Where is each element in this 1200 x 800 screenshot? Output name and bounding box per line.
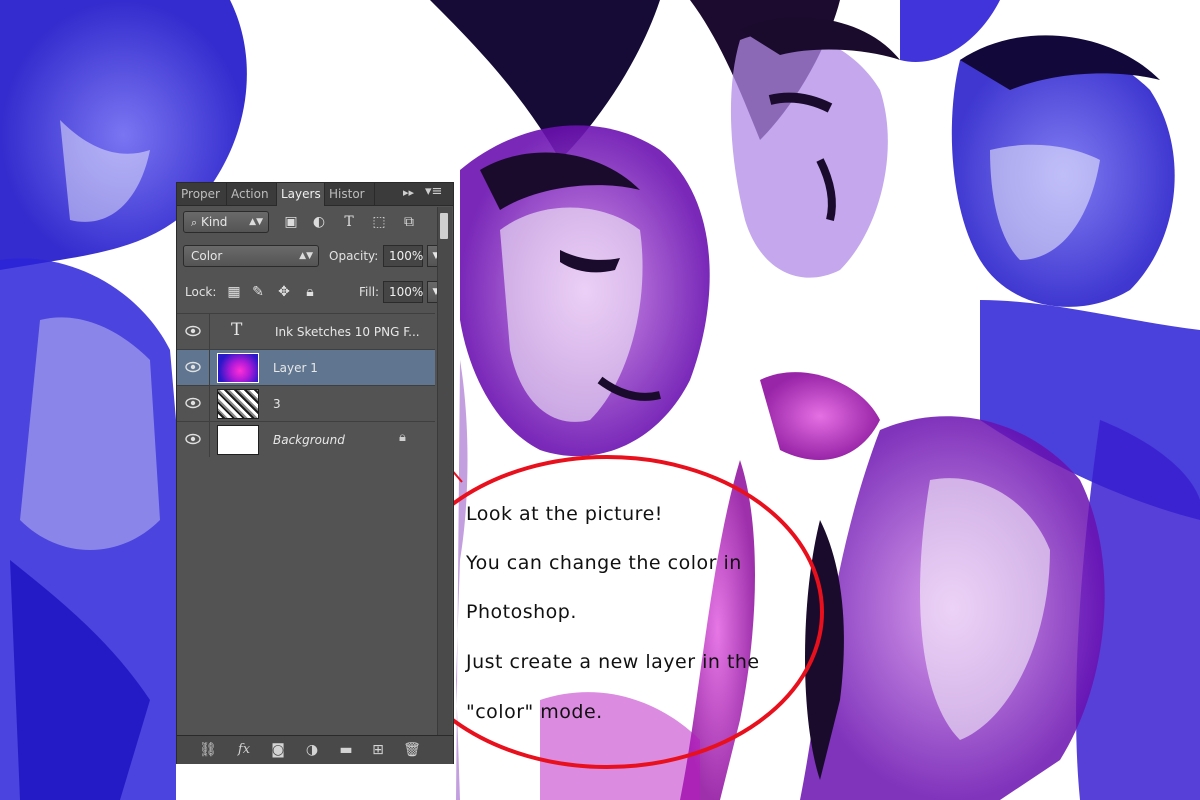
layers-panel: Proper Action Layers Histor ▸▸ ▾≡ ⌕ Kind…: [176, 182, 454, 764]
divider: [209, 422, 210, 457]
blend-mode-select[interactable]: Color ▲▼: [183, 245, 319, 267]
mask-icon[interactable]: ◙: [267, 740, 289, 760]
lock-position-icon[interactable]: ✥: [275, 283, 293, 301]
trash-icon[interactable]: 🗑︎: [401, 740, 423, 760]
search-icon: ⌕: [191, 216, 198, 229]
text-layer-icon: T: [231, 320, 243, 340]
filter-kind-label: Kind: [201, 215, 228, 229]
callout-line: You can change the color in: [466, 552, 742, 574]
callout-line: "color" mode.: [466, 701, 603, 723]
tab-layers[interactable]: Layers: [277, 183, 325, 206]
layer-row-text[interactable]: T Ink Sketches 10 PNG F...: [177, 313, 435, 349]
tab-actions[interactable]: Action: [227, 183, 277, 205]
scrollbar-thumb[interactable]: [440, 213, 448, 239]
eye-icon[interactable]: [185, 324, 201, 338]
lock-transparent-icon[interactable]: ▦: [225, 283, 243, 301]
adjustment-filter-icon[interactable]: ◐: [309, 211, 329, 233]
lock-label: Lock:: [185, 285, 217, 299]
layer-thumbnail: [217, 389, 259, 419]
fill-field[interactable]: 100%: [383, 281, 423, 303]
fill-label: Fill:: [359, 285, 380, 299]
panel-tab-bar: Proper Action Layers Histor ▸▸ ▾≡: [177, 183, 453, 206]
smart-object-filter-icon[interactable]: ⧉: [399, 211, 419, 233]
eye-icon[interactable]: [185, 360, 201, 374]
image-filter-icon[interactable]: ▣: [281, 211, 301, 233]
link-icon[interactable]: ⛓: [197, 740, 219, 760]
callout-line: Just create a new layer in the: [466, 651, 760, 673]
panel-menu-icon[interactable]: ▾≡: [425, 184, 442, 199]
blend-row: Color ▲▼ Opacity: 100% ▼: [177, 245, 445, 269]
chevron-updown-icon: ▲▼: [299, 251, 313, 261]
collapse-panel-icon[interactable]: ▸▸: [403, 186, 414, 199]
blend-mode-value: Color: [191, 249, 223, 263]
opacity-label: Opacity:: [329, 249, 379, 263]
lock-paint-icon[interactable]: ✎: [249, 283, 267, 301]
divider: [209, 350, 210, 385]
layers-scrollbar[interactable]: [437, 207, 452, 737]
adjustment-icon[interactable]: ◑: [301, 740, 323, 760]
layer-name: 3: [273, 397, 281, 411]
panel-footer: ⛓ fx ◙ ◑ ▬ ⊞ 🗑︎: [177, 735, 453, 764]
filter-kind-select[interactable]: ⌕ Kind ▲▼: [183, 211, 269, 233]
tab-history[interactable]: Histor: [325, 183, 375, 205]
callout-line: Look at the picture!: [466, 503, 663, 525]
layer-name: Background: [273, 433, 345, 447]
divider: [209, 314, 210, 349]
lock-row: Lock: ▦ ✎ ✥ 🔒︎ Fill: 100% ▼: [177, 281, 445, 305]
layer-row-background[interactable]: Background 🔒︎: [177, 421, 435, 457]
layer-row-layer-1[interactable]: Layer 1: [177, 349, 435, 385]
divider: [209, 386, 210, 421]
folder-icon[interactable]: ▬: [335, 740, 357, 760]
opacity-field[interactable]: 100%: [383, 245, 423, 267]
eye-icon[interactable]: [185, 396, 201, 410]
chevron-updown-icon: ▲▼: [249, 217, 263, 227]
callout-line: Photoshop.: [466, 601, 577, 623]
layer-name: Layer 1: [273, 361, 318, 375]
fx-icon[interactable]: fx: [233, 740, 255, 760]
layer-name: Ink Sketches 10 PNG F...: [275, 325, 420, 339]
layers-list: T Ink Sketches 10 PNG F... Layer 1 3 Bac…: [177, 313, 437, 463]
layer-thumbnail: [217, 425, 259, 455]
shape-filter-icon[interactable]: ⬚: [369, 211, 389, 233]
new-layer-icon[interactable]: ⊞: [367, 740, 389, 760]
lock-icon: 🔒︎: [399, 430, 406, 445]
layer-thumbnail: [217, 353, 259, 383]
lock-all-icon[interactable]: 🔒︎: [301, 283, 319, 301]
tab-properties[interactable]: Proper: [177, 183, 227, 205]
filter-row: ⌕ Kind ▲▼ ▣ ◐ T ⬚ ⧉: [177, 211, 445, 235]
layer-row-3[interactable]: 3: [177, 385, 435, 421]
type-filter-icon[interactable]: T: [339, 211, 359, 233]
eye-icon[interactable]: [185, 432, 201, 446]
